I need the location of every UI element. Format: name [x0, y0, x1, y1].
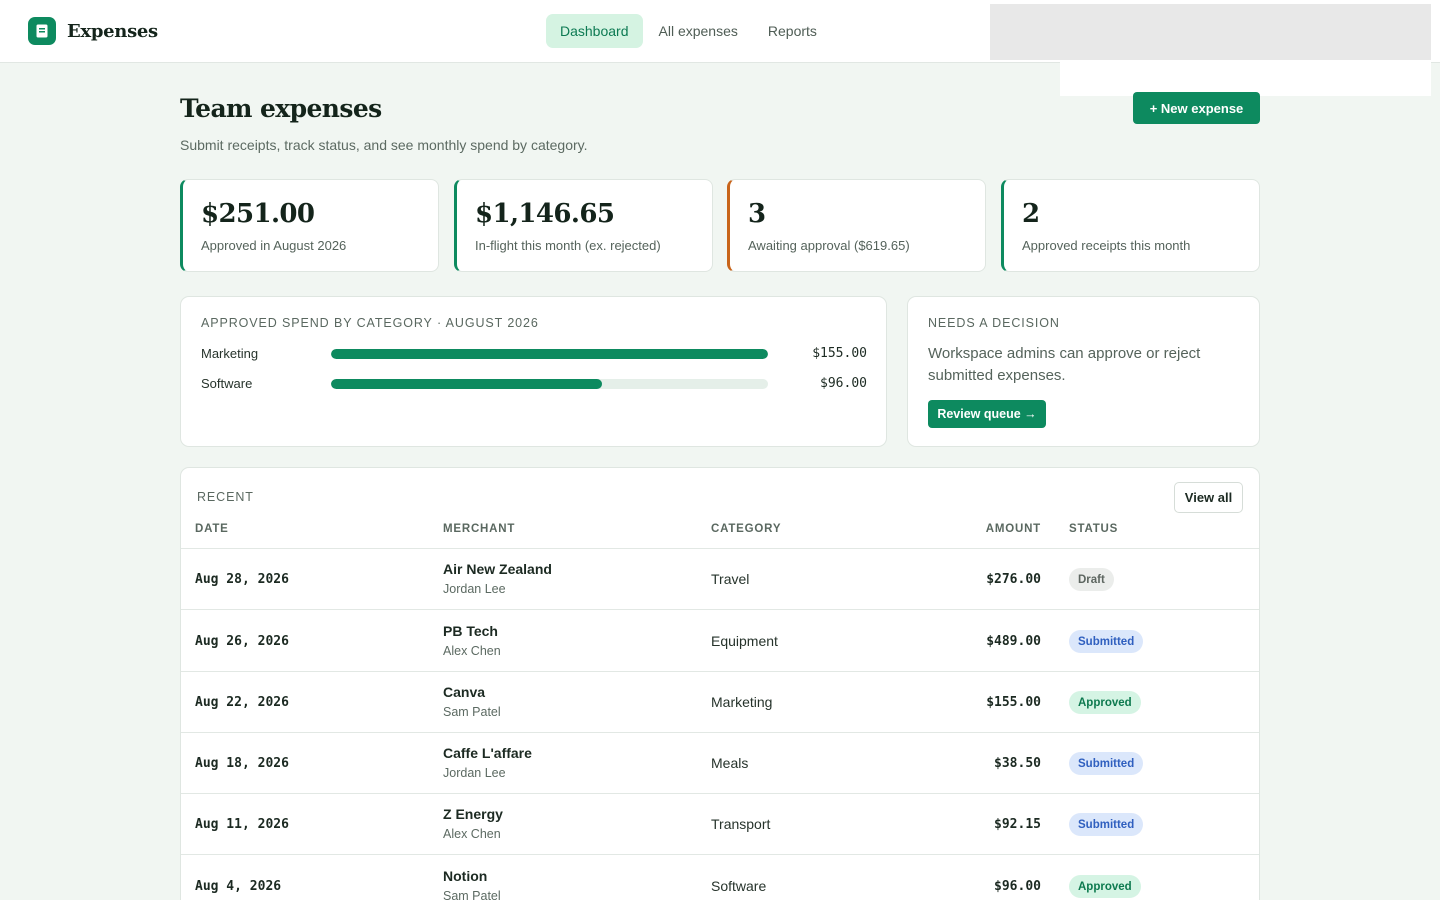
expense-category: Travel — [711, 571, 750, 587]
category-bar-fill — [331, 349, 768, 359]
category-name: Marketing — [201, 346, 259, 361]
table-row[interactable]: Aug 4, 2026 Notion Sam Patel Software $9… — [181, 856, 1259, 900]
expense-amount: $96.00 — [994, 879, 1041, 894]
top-right-blank-panel — [1060, 60, 1431, 96]
expense-amount: $276.00 — [986, 572, 1041, 587]
expense-submitter: Sam Patel — [443, 705, 501, 719]
stat-card-approved: $251.00 Approved in August 2026 — [180, 179, 439, 272]
expense-submitter: Alex Chen — [443, 644, 501, 658]
expense-submitter: Jordan Lee — [443, 582, 506, 596]
expense-amount: $155.00 — [986, 695, 1041, 710]
view-all-button[interactable]: View all — [1174, 482, 1243, 513]
stat-value: 3 — [748, 199, 766, 229]
expense-amount: $38.50 — [994, 756, 1041, 771]
table-row[interactable]: Aug 28, 2026 Air New Zealand Jordan Lee … — [181, 549, 1259, 610]
top-right-placeholder — [990, 4, 1431, 60]
expense-category: Software — [711, 878, 767, 894]
stat-label: Awaiting approval ($619.65) — [748, 238, 910, 253]
receipt-icon — [28, 17, 56, 45]
expense-amount: $489.00 — [986, 634, 1041, 649]
review-queue-button[interactable]: Review queue → — [928, 400, 1046, 428]
category-amount: $155.00 — [812, 346, 867, 361]
recent-expenses-panel: Recent View all Date Merchant Category A… — [180, 467, 1260, 900]
expense-date: Aug 18, 2026 — [195, 756, 289, 771]
category-row: Marketing $155.00 — [201, 344, 867, 364]
expense-category: Marketing — [711, 694, 773, 710]
expense-submitter: Alex Chen — [443, 827, 501, 841]
column-header-status[interactable]: Status — [1069, 523, 1118, 535]
category-bar-track — [331, 379, 768, 389]
stat-value: 2 — [1022, 199, 1040, 229]
category-bar-track — [331, 349, 768, 359]
nav-dashboard[interactable]: Dashboard — [546, 14, 643, 48]
status-badge: Draft — [1069, 568, 1114, 591]
main-nav: Dashboard All expenses Reports — [546, 14, 833, 48]
category-spend-panel: Approved spend by category · August 2026… — [180, 296, 887, 447]
needs-decision-panel: Needs a decision Workspace admins can ap… — [907, 296, 1260, 447]
status-badge: Submitted — [1069, 752, 1144, 775]
expense-merchant: Z Energy — [443, 806, 503, 822]
stat-label: Approved receipts this month — [1022, 238, 1191, 253]
expense-amount: $92.15 — [994, 817, 1041, 832]
expense-merchant: Canva — [443, 684, 486, 700]
page-title: Team expenses — [180, 94, 382, 123]
status-badge: Approved — [1069, 691, 1141, 714]
table-row[interactable]: Aug 22, 2026 Canva Sam Patel Marketing $… — [181, 672, 1259, 733]
needs-decision-text: Workspace admins can approve or reject s… — [928, 345, 1201, 384]
expense-date: Aug 4, 2026 — [195, 879, 282, 894]
expense-date: Aug 26, 2026 — [195, 634, 289, 649]
category-row: Software $96.00 — [201, 374, 867, 394]
column-header-merchant[interactable]: Merchant — [443, 523, 515, 535]
recent-heading: Recent — [197, 490, 254, 504]
category-name: Software — [201, 376, 253, 391]
status-badge: Approved — [1069, 875, 1141, 898]
nav-all-expenses[interactable]: All expenses — [645, 14, 752, 48]
expense-merchant: Air New Zealand — [443, 561, 552, 577]
stat-card-awaiting-approval: 3 Awaiting approval ($619.65) — [727, 179, 986, 272]
table-row[interactable]: Aug 26, 2026 PB Tech Alex Chen Equipment… — [181, 611, 1259, 672]
expense-date: Aug 11, 2026 — [195, 817, 289, 832]
expense-date: Aug 28, 2026 — [195, 572, 289, 587]
column-header-category[interactable]: Category — [711, 523, 781, 535]
expense-submitter: Sam Patel — [443, 889, 501, 900]
stat-value: $251.00 — [201, 199, 315, 229]
category-amount: $96.00 — [820, 376, 867, 391]
stat-value: $1,146.65 — [475, 199, 615, 229]
app-name: Expenses — [67, 20, 158, 42]
stat-label: In-flight this month (ex. rejected) — [475, 238, 661, 253]
nav-reports[interactable]: Reports — [754, 14, 831, 48]
table-row[interactable]: Aug 18, 2026 Caffe L'affare Jordan Lee M… — [181, 733, 1259, 794]
new-expense-button[interactable]: + New expense — [1133, 92, 1260, 124]
expense-submitter: Jordan Lee — [443, 766, 506, 780]
category-spend-heading: Approved spend by category · August 2026 — [201, 316, 539, 330]
stat-label: Approved in August 2026 — [201, 238, 347, 253]
expense-merchant: PB Tech — [443, 623, 498, 639]
stat-card-approved-receipts: 2 Approved receipts this month — [1001, 179, 1260, 272]
expense-category: Equipment — [711, 633, 778, 649]
expense-merchant: Caffe L'affare — [443, 745, 532, 761]
expense-category: Meals — [711, 755, 749, 771]
category-bar-fill — [331, 379, 602, 389]
expense-date: Aug 22, 2026 — [195, 695, 289, 710]
expense-merchant: Notion — [443, 868, 488, 884]
column-header-amount[interactable]: Amount — [986, 523, 1041, 535]
expense-category: Transport — [711, 816, 771, 832]
status-badge: Submitted — [1069, 630, 1144, 653]
brand[interactable]: Expenses — [28, 17, 158, 45]
table-row[interactable]: Aug 11, 2026 Z Energy Alex Chen Transpor… — [181, 794, 1259, 855]
column-header-date[interactable]: Date — [195, 523, 229, 535]
stat-card-in-flight: $1,146.65 In-flight this month (ex. reje… — [454, 179, 713, 272]
status-badge: Submitted — [1069, 813, 1144, 836]
needs-decision-heading: Needs a decision — [928, 316, 1060, 330]
page-subtitle: Submit receipts, track status, and see m… — [180, 137, 588, 153]
